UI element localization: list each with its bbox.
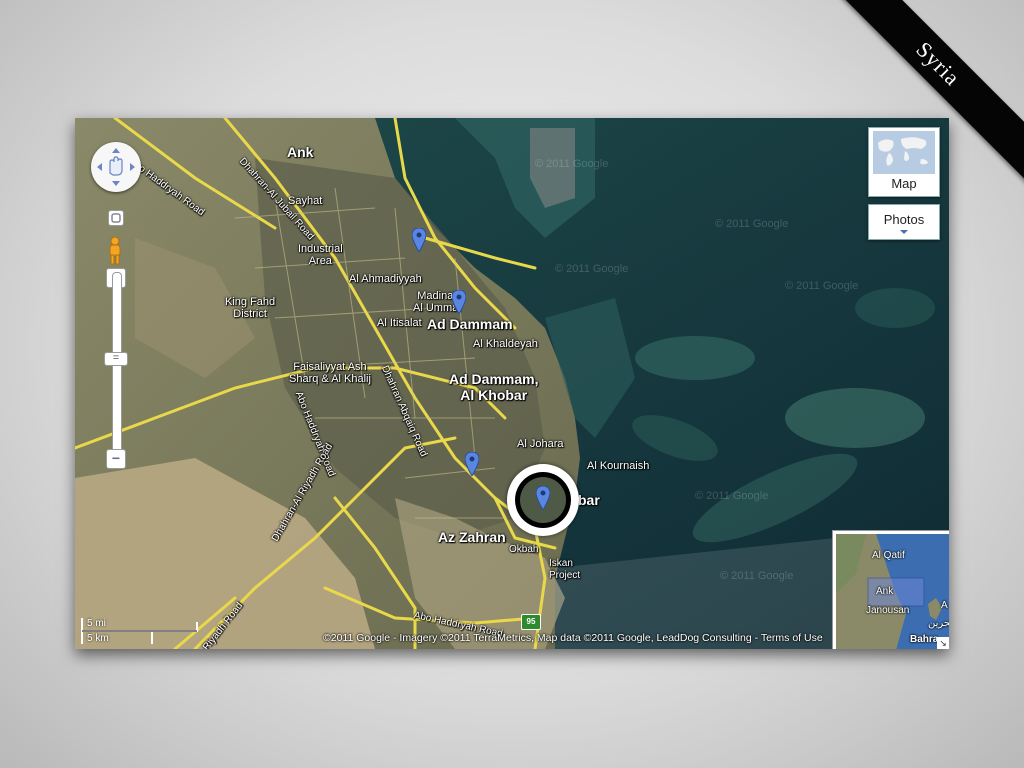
watermark: © 2011 Google [555, 263, 629, 275]
overview-label: Bahra [910, 634, 939, 645]
overview-label: Ank [876, 586, 894, 597]
place-label: Al Itisalat [377, 317, 422, 329]
watermark: © 2011 Google [695, 490, 769, 502]
location-button[interactable] [108, 210, 124, 226]
photos-button[interactable]: Photos [868, 204, 940, 240]
photos-label: Photos [883, 212, 925, 227]
collapse-overview-icon[interactable]: ↘ [937, 637, 949, 649]
place-label: Faisaliyyat Ash Sharq & Al Khalij [289, 361, 371, 385]
scale-bar: 5 mi 5 km [81, 616, 211, 646]
place-label: Ad Dammam [427, 316, 513, 332]
watermark: © 2011 Google [535, 158, 609, 170]
route-shield: 95 [521, 614, 541, 630]
overview-label: A [941, 600, 948, 611]
map-attribution: ©2011 Google - Imagery ©2011 TerraMetric… [323, 632, 823, 644]
zoom-thumb[interactable]: = [104, 352, 128, 366]
pan-control-icon [97, 148, 135, 186]
map-type-label: Map [891, 176, 917, 191]
overview-label: Janousan [866, 605, 910, 616]
overview-map[interactable]: Al Qatif Ank Janousan A البحرين Bahra ↘ [832, 530, 949, 649]
place-label: Ad Dammam, Al Khobar [449, 371, 539, 403]
place-label: Al Johara [517, 438, 564, 450]
place-label: Ank [287, 144, 314, 160]
overview-label: البحرين [928, 618, 949, 629]
overview-label: Al Qatif [872, 550, 905, 561]
place-label: King Fahd District [225, 296, 276, 320]
zoom-out-button[interactable]: − [106, 449, 126, 469]
pan-control[interactable] [91, 142, 141, 192]
place-label: Az Zahran [438, 529, 506, 545]
target-icon [111, 213, 121, 223]
place-label: Sayhat [288, 195, 323, 207]
world-map-thumbnail-icon [873, 131, 935, 174]
street-view-pegman-icon[interactable] [106, 236, 124, 266]
watermark: © 2011 Google [715, 218, 789, 230]
chevron-down-icon [900, 230, 908, 234]
map-marker-icon[interactable] [536, 486, 550, 510]
highlight-circle [507, 464, 579, 536]
scale-miles: 5 mi [87, 618, 106, 629]
zoom-slider[interactable]: + = − [104, 206, 128, 470]
place-label: Al Ahmadiyyah [349, 273, 422, 285]
watermark: © 2011 Google [720, 570, 794, 582]
map-type-button[interactable]: Map [868, 127, 940, 197]
zoom-track[interactable] [112, 272, 122, 460]
place-label: Iskan Project [549, 558, 581, 581]
place-label: bar [578, 492, 600, 508]
map-marker-icon[interactable] [412, 228, 426, 252]
map-marker-icon[interactable] [465, 452, 479, 476]
map-marker-icon[interactable] [452, 290, 466, 314]
watermark: © 2011 Google [785, 280, 859, 292]
ribbon-label: Syria [911, 36, 966, 91]
map-view[interactable]: © 2011 Google © 2011 Google © 2011 Googl… [75, 118, 949, 649]
place-label: Industrial Area [298, 243, 343, 267]
terms-of-use-link[interactable]: Terms of Use [761, 632, 823, 644]
place-label: Al Khaldeyah [473, 338, 538, 350]
scale-km: 5 km [87, 633, 109, 644]
place-label: Al Kournaish [587, 460, 650, 472]
attribution-text: ©2011 Google - Imagery ©2011 TerraMetric… [323, 632, 761, 644]
place-label: Okbah [509, 544, 539, 555]
